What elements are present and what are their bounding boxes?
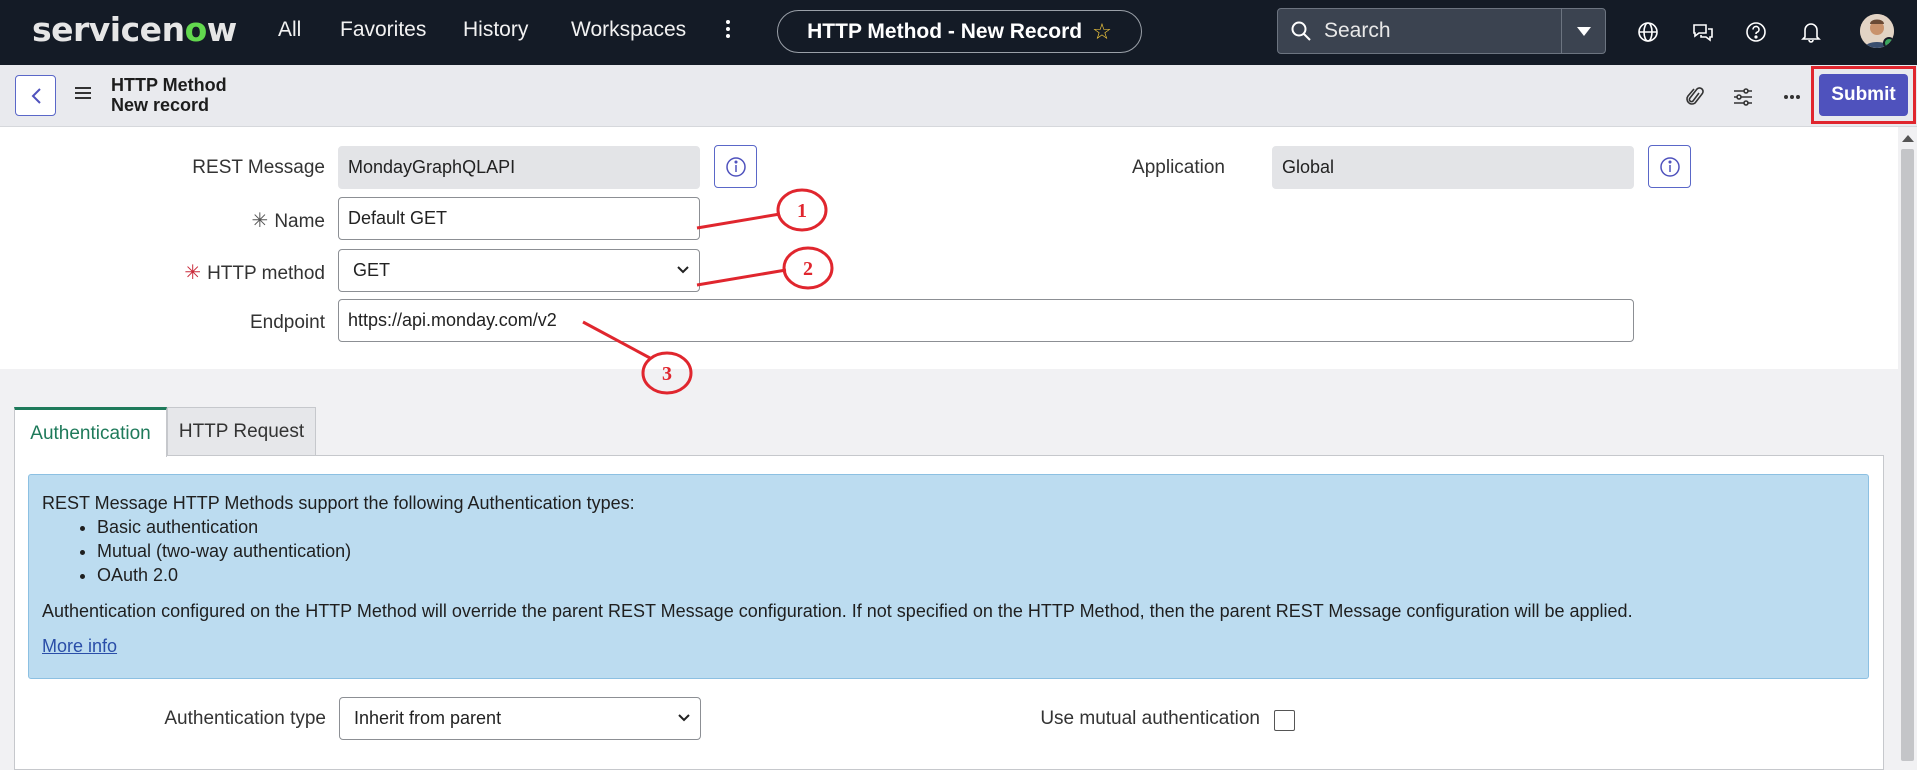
application-field: Global — [1272, 146, 1634, 189]
record-state: New record — [111, 95, 210, 115]
application-label: Application — [1132, 157, 1225, 178]
rest-message-field[interactable]: MondayGraphQLAPI — [338, 146, 700, 189]
nav-all[interactable]: All — [278, 18, 301, 42]
auth-type-select[interactable]: Inherit from parent — [339, 697, 701, 740]
name-input[interactable]: Default GET — [338, 197, 700, 240]
list-item: Basic authentication — [97, 515, 1855, 539]
nav-history[interactable]: History — [463, 18, 528, 42]
http-method-label: ✳ HTTP method — [184, 262, 325, 284]
help-icon[interactable] — [1741, 17, 1771, 47]
top-navigation-bar: servicenow All Favorites History Workspa… — [0, 0, 1917, 65]
authentication-info-message: REST Message HTTP Methods support the fo… — [28, 474, 1869, 679]
list-item: OAuth 2.0 — [97, 563, 1855, 587]
required-icon: ✳ — [251, 210, 269, 232]
auth-type-label: Authentication type — [164, 708, 326, 729]
globe-icon[interactable] — [1633, 17, 1663, 47]
paperclip-icon[interactable] — [1683, 85, 1707, 109]
rest-message-info-button[interactable] — [714, 145, 757, 188]
more-actions-icon[interactable] — [1780, 85, 1804, 109]
mutual-auth-checkbox[interactable] — [1274, 710, 1295, 731]
search-input[interactable]: Search — [1324, 19, 1561, 43]
nav-favorites[interactable]: Favorites — [340, 18, 426, 42]
chat-icon[interactable] — [1688, 17, 1718, 47]
back-button[interactable] — [15, 75, 56, 116]
bell-icon[interactable] — [1796, 17, 1826, 47]
http-method-value: GET — [353, 260, 391, 280]
rest-message-label: REST Message — [192, 157, 325, 178]
scroll-thumb[interactable] — [1901, 149, 1914, 761]
http-method-select[interactable]: GET — [338, 249, 700, 292]
name-label: ✳ Name — [251, 210, 325, 232]
nav-workspaces[interactable]: Workspaces — [571, 18, 686, 42]
tab-http-request[interactable]: HTTP Request — [167, 407, 316, 456]
endpoint-input[interactable]: https://api.monday.com/v2 — [338, 299, 1634, 342]
record-header: HTTP Method New record — [0, 65, 1917, 127]
required-icon: ✳ — [184, 262, 202, 284]
form-menu-icon[interactable] — [75, 87, 91, 102]
chevron-down-icon — [678, 714, 690, 722]
mutual-auth-label: Use mutual authentication — [1040, 708, 1260, 729]
global-search[interactable]: Search — [1277, 8, 1606, 54]
auth-types-list: Basic authentication Mutual (two-way aut… — [97, 515, 1855, 587]
search-icon — [1278, 9, 1324, 53]
search-scope-dropdown[interactable] — [1561, 9, 1605, 53]
star-icon[interactable]: ☆ — [1092, 19, 1112, 45]
rest-message-value: MondayGraphQLAPI — [348, 157, 516, 177]
chevron-down-icon — [677, 266, 689, 274]
more-info-link[interactable]: More info — [42, 634, 117, 658]
record-title: HTTP Method New record — [111, 75, 227, 115]
submit-highlight-box — [1811, 66, 1916, 124]
vertical-scrollbar[interactable] — [1898, 127, 1917, 770]
more-menu-icon[interactable] — [722, 17, 734, 43]
list-item: Mutual (two-way authentication) — [97, 539, 1855, 563]
auth-type-value: Inherit from parent — [354, 708, 502, 728]
user-avatar[interactable] — [1860, 14, 1894, 48]
info-intro: REST Message HTTP Methods support the fo… — [42, 493, 635, 513]
endpoint-value: https://api.monday.com/v2 — [348, 310, 557, 330]
table-name: HTTP Method — [111, 75, 227, 95]
application-info-button[interactable] — [1648, 145, 1691, 188]
application-value: Global — [1282, 157, 1335, 177]
endpoint-label: Endpoint — [249, 312, 325, 333]
tab-authentication[interactable]: Authentication — [14, 407, 167, 457]
scroll-up-arrow-icon[interactable] — [1902, 135, 1914, 142]
servicenow-logo[interactable]: servicenow — [32, 10, 237, 49]
name-value: Default GET — [348, 208, 448, 228]
info-note: Authentication configured on the HTTP Me… — [42, 601, 1633, 621]
settings-sliders-icon[interactable] — [1731, 85, 1755, 109]
context-record-title: HTTP Method - New Record — [807, 19, 1083, 43]
context-record-pill[interactable]: HTTP Method - New Record ☆ — [777, 10, 1142, 53]
